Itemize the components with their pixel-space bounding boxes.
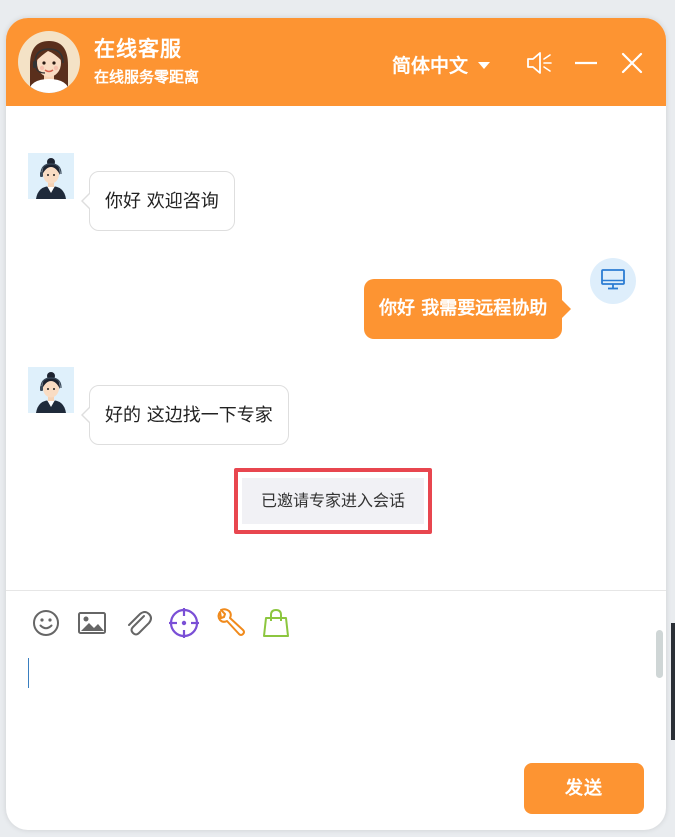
smiley-icon[interactable]	[30, 607, 62, 639]
highlight-frame: 已邀请专家进入会话	[234, 468, 432, 534]
agent-avatar-small	[28, 367, 74, 413]
system-notice: 已邀请专家进入会话	[242, 478, 424, 524]
message-bubble-agent: 你好 欢迎咨询	[81, 171, 235, 231]
text-cursor	[28, 658, 29, 688]
language-selector[interactable]: 简体中文	[392, 51, 491, 78]
language-label: 简体中文	[392, 55, 469, 77]
chat-header: 在线客服 在线服务零距离 简体中文	[6, 18, 666, 106]
minimize-icon[interactable]	[571, 48, 601, 78]
message-input[interactable]	[20, 650, 654, 754]
message-bubble-user: 你好 我需要远程协助	[364, 279, 572, 339]
message-list[interactable]: 你好 欢迎咨询 你好 我需要远程协助 好的 这边找一下专家 已邀请专家进入会话	[6, 106, 666, 678]
chat-subtitle: 在线服务零距离	[94, 68, 200, 86]
agent-avatar-small	[28, 153, 74, 199]
monitor-icon	[600, 268, 626, 294]
wrench-icon[interactable]	[214, 607, 246, 639]
paperclip-icon[interactable]	[122, 607, 154, 639]
send-button[interactable]: 发送	[524, 763, 644, 814]
composer-divider	[6, 590, 666, 591]
message-bubble-agent: 好的 这边找一下专家	[81, 385, 289, 445]
user-avatar	[590, 258, 636, 304]
chevron-down-icon	[478, 62, 491, 69]
chat-title: 在线客服	[94, 37, 182, 61]
window-edge	[671, 623, 675, 740]
agent-avatar	[18, 31, 80, 93]
speaker-mute-icon[interactable]	[524, 48, 554, 78]
shopping-bag-icon[interactable]	[260, 607, 292, 639]
image-icon[interactable]	[76, 607, 108, 639]
crosshair-icon[interactable]	[168, 607, 200, 639]
chat-window: 在线客服 在线服务零距离 简体中文 你好 欢迎咨询 你好 我需要远程协助 好的 …	[6, 18, 666, 830]
close-icon[interactable]	[617, 48, 647, 78]
scrollbar-thumb[interactable]	[656, 630, 663, 678]
